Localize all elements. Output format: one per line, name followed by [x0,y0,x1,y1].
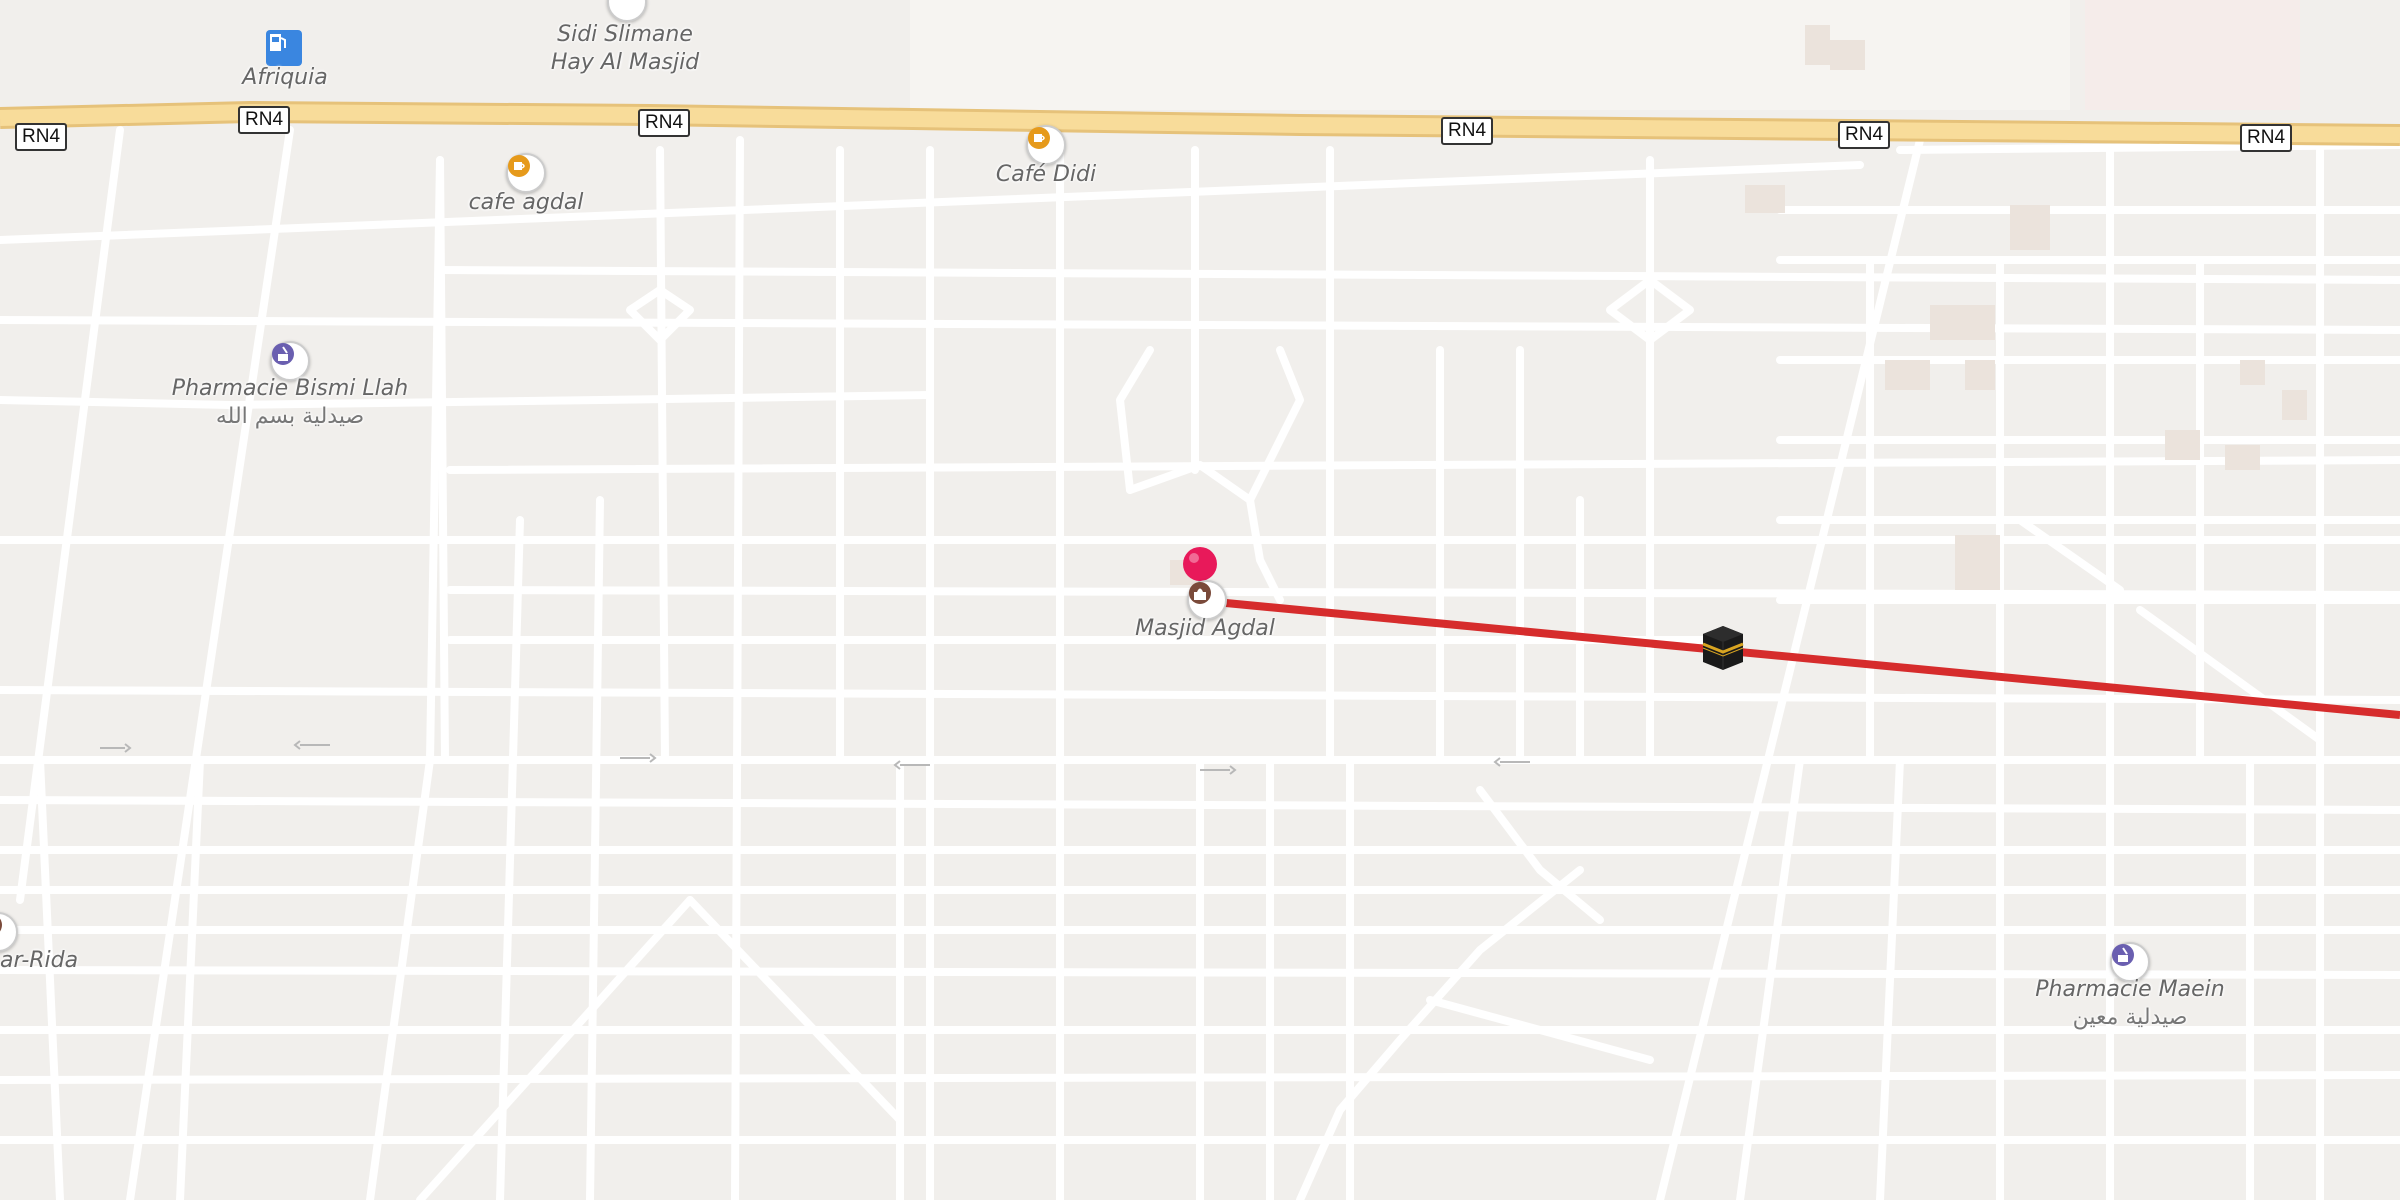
poi-label-sidi-slimane: Sidi Slimane Hay Al Masjid [530,21,720,77]
road-shield-rn4: RN4 [15,123,68,151]
road-shield-rn4: RN4 [638,109,691,137]
poi-label-masjid-agdal: Masjid Agdal [1135,616,1275,641]
mosque-icon[interactable] [1187,580,1227,620]
poi-subname-arabic: صيدلية معين [2072,1005,2188,1030]
poi-label-cafe-agdal: cafe agdal [468,190,584,215]
poi-name: Pharmacie Maein [2035,977,2225,1002]
road-shield-rn4: RN4 [1441,117,1494,145]
road-shield-rn4: RN4 [1838,121,1891,149]
poi-name: Sidi Slimane [557,22,693,47]
cafe-icon[interactable] [1026,125,1066,165]
poi-name: Pharmacie Bismi Llah [171,376,409,401]
road-shield-rn4: RN4 [2240,124,2293,152]
poi-label-pharmacie-bismi-llah: Pharmacie Bismi Llah صيدلية بسم الله [160,375,420,431]
fuel-icon[interactable] [266,30,302,66]
cafe-icon[interactable] [506,153,546,193]
road-shield-rn4: RN4 [238,106,291,134]
poi-label-cafe-didi: Café Didi [995,162,1097,187]
poi-subname-arabic: صيدلية بسم الله [215,404,365,429]
poi-label-afriquia: Afriquia [242,65,328,90]
poi-label-pharmacie-maein: Pharmacie Maein صيدلية معين [2020,976,2240,1032]
poi-label-ar-rida: ar-Rida [0,948,79,973]
kaaba-icon[interactable] [1697,622,1749,674]
poi-subname: Hay Al Masjid [550,50,700,75]
map-view[interactable]: RN4 RN4 RN4 RN4 RN4 RN4 Afriquia Sidi Sl… [0,0,2400,1200]
